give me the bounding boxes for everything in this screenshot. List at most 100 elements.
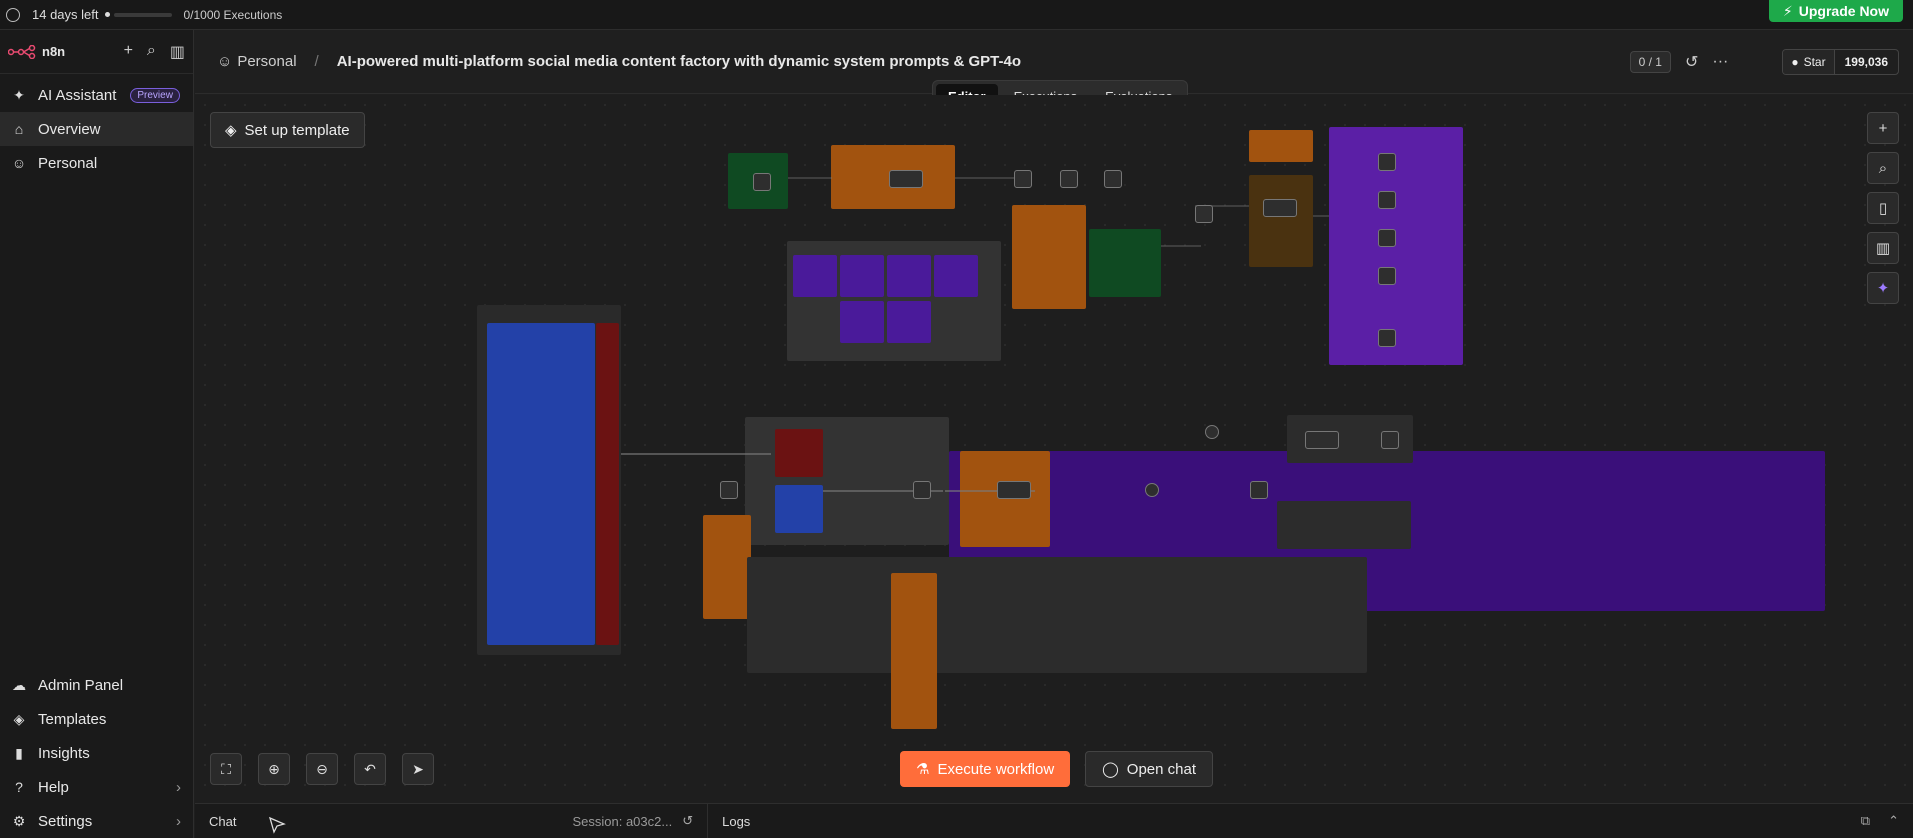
upgrade-button[interactable]: ⚡ Upgrade Now — [1768, 0, 1903, 22]
merge-output-node[interactable] — [1250, 481, 1268, 499]
executions-progress-bar — [113, 12, 172, 17]
chat-tab[interactable]: Chat — [209, 814, 236, 829]
sidebar-item-personal[interactable]: ☺ Personal — [0, 146, 193, 180]
zoom-in-icon[interactable]: ⊕ — [258, 753, 290, 785]
sparkle-icon: ✦ — [13, 86, 25, 103]
brand-name: n8n — [42, 44, 66, 59]
connector-line — [955, 177, 1015, 179]
workflow-canvas[interactable] — [195, 95, 1913, 803]
tool-threads — [840, 301, 884, 343]
tool-youtube — [887, 301, 931, 343]
sidebar-item-help[interactable]: ? Help › — [0, 770, 193, 804]
merge-prompt-node[interactable] — [913, 481, 931, 499]
sidebar-header: n8n + ⌕ ▥ — [0, 30, 193, 74]
box-icon: ◈ — [13, 710, 25, 727]
gmail-node[interactable] — [1381, 431, 1399, 449]
sticky-note-approval — [1012, 205, 1086, 309]
sticky-note-publish-social — [1329, 127, 1463, 365]
trial-days-left: 14 days left — [32, 7, 99, 22]
telegram-node[interactable] — [1205, 425, 1219, 439]
github-star-widget[interactable]: ● Star 199,036 — [1782, 49, 1899, 75]
sidebar-item-label: Admin Panel — [38, 676, 124, 694]
sidebar-item-label: Overview — [38, 120, 101, 138]
sticky-note-notes — [1249, 130, 1313, 162]
search-icon[interactable]: ⌕ — [147, 42, 156, 62]
connector-line — [1161, 245, 1201, 247]
sidebar-item-admin-panel[interactable]: ☁ Admin Panel — [0, 668, 193, 702]
logs-tab[interactable]: Logs — [722, 814, 750, 829]
generate-image-node[interactable] — [1145, 483, 1159, 497]
upgrade-label: Upgrade Now — [1798, 3, 1889, 19]
sticky-note-content-creator-top — [960, 451, 1050, 547]
undo-icon[interactable]: ↶ — [354, 753, 386, 785]
add-icon[interactable]: + — [124, 42, 133, 62]
history-icon[interactable]: ↺ — [1685, 52, 1698, 72]
execute-workflow-button[interactable]: ⚗ Execute workflow — [900, 751, 1071, 787]
sidebar-item-label: Help — [38, 778, 69, 796]
project-link[interactable]: ☺ Personal — [217, 53, 297, 70]
sticky-note-icon[interactable]: ▯ — [1867, 192, 1899, 224]
add-node-icon[interactable]: + — [1867, 112, 1899, 144]
workflow-trigger-node[interactable] — [720, 481, 738, 499]
reset-session-icon[interactable]: ↺ — [682, 813, 693, 829]
preview-badge: Preview — [130, 87, 180, 103]
merge-node[interactable] — [1195, 205, 1213, 223]
progress-dot — [104, 12, 110, 17]
sidebar: n8n + ⌕ ▥ ✦ AI Assistant Preview ⌂ Overv… — [0, 30, 194, 838]
linkedin-node[interactable] — [1378, 267, 1396, 285]
version-counter[interactable]: 0 / 1 — [1629, 51, 1671, 73]
threads-node[interactable] — [1378, 329, 1396, 347]
popout-icon[interactable]: ⧉ — [1861, 813, 1870, 829]
collapse-icon[interactable]: ⌃ — [1888, 813, 1899, 829]
sidebar-item-label: AI Assistant — [38, 86, 117, 104]
instagram-node[interactable] — [1378, 191, 1396, 209]
n8n-logo-icon — [8, 44, 36, 59]
facebook-node[interactable] — [1378, 229, 1396, 247]
zoom-out-icon[interactable]: ⊖ — [306, 753, 338, 785]
sticky-note-publishing — [1249, 175, 1313, 267]
sidebar-item-templates[interactable]: ◈ Templates — [0, 702, 193, 736]
publish-switch-node[interactable] — [1263, 199, 1297, 217]
sidebar-item-settings[interactable]: ⚙ Settings › — [0, 804, 193, 838]
set-up-template-label: Set up template — [244, 121, 350, 139]
n8n-logo[interactable]: n8n — [8, 44, 65, 59]
ai-sparkle-icon[interactable]: ✦ — [1867, 272, 1899, 304]
panel-toggle-icon[interactable]: ▥ — [1867, 232, 1899, 264]
sidebar-item-insights[interactable]: ▮ Insights — [0, 736, 193, 770]
agent-node[interactable] — [889, 170, 923, 188]
chevron-right-icon: › — [176, 778, 181, 796]
open-chat-label: Open chat — [1126, 760, 1197, 778]
sticky-note-features — [747, 557, 1367, 673]
help-icon: ? — [15, 779, 23, 795]
chart-icon: ▮ — [15, 744, 23, 761]
extract-node[interactable] — [1104, 170, 1122, 188]
workflow-title[interactable]: AI-powered multi-platform social media c… — [337, 53, 1021, 70]
lightning-icon: ⚡ — [1782, 2, 1793, 19]
set-up-template-button[interactable]: ◈ Set up template — [210, 112, 365, 148]
gdrive-node[interactable] — [1060, 170, 1078, 188]
tidy-up-icon[interactable]: ➤ — [402, 753, 434, 785]
user-icon: ☺ — [217, 53, 233, 70]
more-icon[interactable]: ··· — [1712, 53, 1728, 71]
email-draft-node[interactable] — [1305, 431, 1339, 449]
execute-workflow-label: Execute workflow — [937, 760, 1055, 778]
home-icon: ⌂ — [14, 121, 24, 137]
search-nodes-icon[interactable]: ⌕ — [1867, 152, 1899, 184]
github-star-count: 199,036 — [1833, 50, 1898, 74]
sidebar-item-overview[interactable]: ⌂ Overview — [0, 112, 193, 146]
open-chat-button[interactable]: ◯ Open chat — [1085, 751, 1214, 787]
sticky-note-schema — [596, 323, 619, 645]
collapse-sidebar-icon[interactable]: ▥ — [170, 42, 185, 62]
sidebar-bottom: ☁ Admin Panel ◈ Templates ▮ Insights ? H… — [0, 668, 193, 838]
sidebar-item-ai-assistant[interactable]: ✦ AI Assistant Preview — [0, 78, 193, 112]
x-node[interactable] — [1378, 153, 1396, 171]
github-icon: ● — [1791, 55, 1799, 69]
content-agent-node[interactable] — [997, 481, 1031, 499]
parse-node[interactable] — [1014, 170, 1032, 188]
tool-linkedin — [934, 255, 978, 297]
logs-panel-bar: Chat Session: a03c2... ↺ Logs ⧉ ⌃ — [195, 803, 1913, 838]
fit-view-icon[interactable]: ⛶ — [210, 753, 242, 785]
chat-trigger-node[interactable] — [753, 173, 771, 191]
connector-line — [621, 453, 771, 455]
user-icon: ☺ — [11, 155, 27, 171]
